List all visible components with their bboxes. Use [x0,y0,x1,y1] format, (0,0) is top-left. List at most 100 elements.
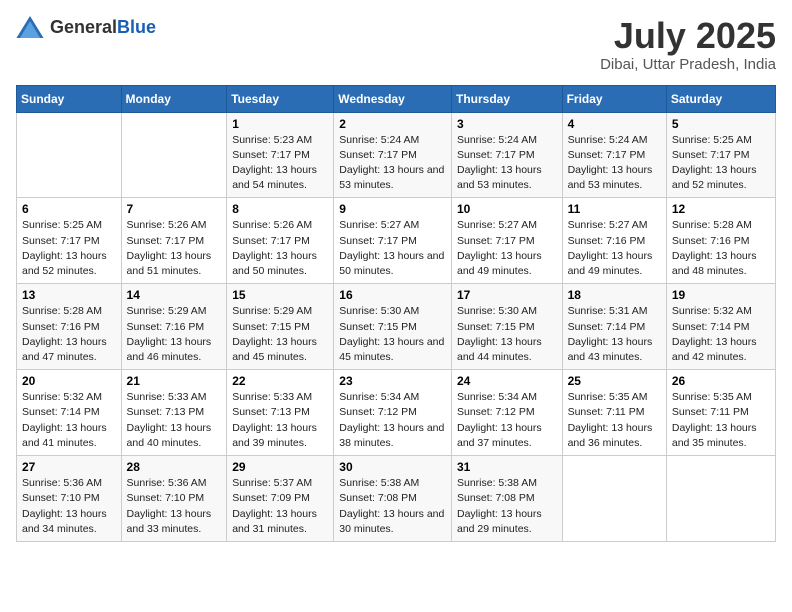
calendar-cell: 5Sunrise: 5:25 AMSunset: 7:17 PMDaylight… [666,112,775,198]
title-block: July 2025 Dibai, Uttar Pradesh, India [600,16,776,73]
day-info: Sunrise: 5:24 AMSunset: 7:17 PMDaylight:… [568,134,653,192]
day-info: Sunrise: 5:32 AMSunset: 7:14 PMDaylight:… [672,305,757,363]
calendar-cell: 29 Sunrise: 5:37 AMSunset: 7:09 PMDayligh… [227,456,334,542]
calendar-cell: 16 Sunrise: 5:30 AMSunset: 7:15 PMDayligh… [334,284,452,370]
calendar-cell: 12 Sunrise: 5:28 AMSunset: 7:16 PMDayligh… [666,198,775,284]
day-number: 11 [568,202,661,216]
calendar-cell: 7Sunrise: 5:26 AMSunset: 7:17 PMDaylight… [121,198,227,284]
day-number: 5 [672,117,770,131]
calendar-cell: 3 Sunrise: 5:24 AMSunset: 7:17 PMDaylight… [451,112,562,198]
calendar-cell: 6 Sunrise: 5:25 AMSunset: 7:17 PMDaylight… [17,198,122,284]
calendar-cell: 17 Sunrise: 5:30 AMSunset: 7:15 PMDayligh… [451,284,562,370]
day-number: 17 [457,288,557,302]
day-info: Sunrise: 5:37 AMSunset: 7:09 PMDaylight:… [232,477,317,535]
calendar-cell: 8Sunrise: 5:26 AMSunset: 7:17 PMDaylight… [227,198,334,284]
day-number: 1 [232,117,328,131]
day-info: Sunrise: 5:27 AMSunset: 7:17 PMDaylight:… [457,219,542,277]
day-info: Sunrise: 5:36 AMSunset: 7:10 PMDaylight:… [22,477,107,535]
day-info: Sunrise: 5:34 AMSunset: 7:12 PMDaylight:… [457,391,542,449]
logo: GeneralBlue [16,16,156,38]
logo-blue: Blue [117,17,156,37]
day-info: Sunrise: 5:38 AMSunset: 7:08 PMDaylight:… [339,477,444,535]
day-number: 28 [127,460,222,474]
calendar-cell: 30 Sunrise: 5:38 AMSunset: 7:08 PMDayligh… [334,456,452,542]
day-number: 18 [568,288,661,302]
day-number: 15 [232,288,328,302]
calendar-table: Sunday Monday Tuesday Wednesday Thursday… [16,85,776,542]
col-tuesday: Tuesday [227,85,334,112]
logo-icon [16,16,44,38]
day-info: Sunrise: 5:36 AMSunset: 7:10 PMDaylight:… [127,477,212,535]
page-header: GeneralBlue July 2025 Dibai, Uttar Prade… [16,16,776,73]
day-number: 23 [339,374,446,388]
day-info: Sunrise: 5:30 AMSunset: 7:15 PMDaylight:… [339,305,444,363]
day-info: Sunrise: 5:38 AMSunset: 7:08 PMDaylight:… [457,477,542,535]
calendar-cell [562,456,666,542]
day-info: Sunrise: 5:30 AMSunset: 7:15 PMDaylight:… [457,305,542,363]
calendar-cell: 11Sunrise: 5:27 AMSunset: 7:16 PMDayligh… [562,198,666,284]
day-number: 10 [457,202,557,216]
day-info: Sunrise: 5:32 AMSunset: 7:14 PMDaylight:… [22,391,107,449]
calendar-week-row: 1 Sunrise: 5:23 AMSunset: 7:17 PMDaylight… [17,112,776,198]
day-number: 31 [457,460,557,474]
day-number: 21 [127,374,222,388]
day-info: Sunrise: 5:29 AMSunset: 7:16 PMDaylight:… [127,305,212,363]
day-number: 25 [568,374,661,388]
calendar-cell: 26 Sunrise: 5:35 AMSunset: 7:11 PMDayligh… [666,370,775,456]
calendar-cell: 20 Sunrise: 5:32 AMSunset: 7:14 PMDayligh… [17,370,122,456]
day-number: 7 [127,202,222,216]
calendar-cell: 13Sunrise: 5:28 AMSunset: 7:16 PMDayligh… [17,284,122,370]
calendar-cell: 4Sunrise: 5:24 AMSunset: 7:17 PMDaylight… [562,112,666,198]
day-info: Sunrise: 5:35 AMSunset: 7:11 PMDaylight:… [568,391,653,449]
col-sunday: Sunday [17,85,122,112]
day-number: 3 [457,117,557,131]
calendar-cell: 31 Sunrise: 5:38 AMSunset: 7:08 PMDayligh… [451,456,562,542]
calendar-cell: 14Sunrise: 5:29 AMSunset: 7:16 PMDayligh… [121,284,227,370]
day-number: 9 [339,202,446,216]
day-info: Sunrise: 5:28 AMSunset: 7:16 PMDaylight:… [22,305,107,363]
calendar-cell: 19Sunrise: 5:32 AMSunset: 7:14 PMDayligh… [666,284,775,370]
day-info: Sunrise: 5:28 AMSunset: 7:16 PMDaylight:… [672,219,757,277]
day-number: 26 [672,374,770,388]
day-info: Sunrise: 5:24 AMSunset: 7:17 PMDaylight:… [339,134,444,192]
col-saturday: Saturday [666,85,775,112]
calendar-week-row: 20 Sunrise: 5:32 AMSunset: 7:14 PMDayligh… [17,370,776,456]
day-number: 30 [339,460,446,474]
month-year: July 2025 [600,16,776,56]
calendar-week-row: 27 Sunrise: 5:36 AMSunset: 7:10 PMDayligh… [17,456,776,542]
day-info: Sunrise: 5:24 AMSunset: 7:17 PMDaylight:… [457,134,542,192]
day-number: 12 [672,202,770,216]
calendar-cell: 28 Sunrise: 5:36 AMSunset: 7:10 PMDayligh… [121,456,227,542]
day-number: 27 [22,460,116,474]
day-info: Sunrise: 5:26 AMSunset: 7:17 PMDaylight:… [232,219,317,277]
calendar-header-row: Sunday Monday Tuesday Wednesday Thursday… [17,85,776,112]
calendar-cell: 9Sunrise: 5:27 AMSunset: 7:17 PMDaylight… [334,198,452,284]
calendar-cell: 24Sunrise: 5:34 AMSunset: 7:12 PMDayligh… [451,370,562,456]
day-number: 20 [22,374,116,388]
calendar-cell: 2 Sunrise: 5:24 AMSunset: 7:17 PMDaylight… [334,112,452,198]
day-number: 29 [232,460,328,474]
day-info: Sunrise: 5:25 AMSunset: 7:17 PMDaylight:… [22,219,107,277]
col-monday: Monday [121,85,227,112]
location: Dibai, Uttar Pradesh, India [600,56,776,73]
day-info: Sunrise: 5:34 AMSunset: 7:12 PMDaylight:… [339,391,444,449]
day-info: Sunrise: 5:23 AMSunset: 7:17 PMDaylight:… [232,134,317,192]
calendar-cell: 22Sunrise: 5:33 AMSunset: 7:13 PMDayligh… [227,370,334,456]
day-info: Sunrise: 5:33 AMSunset: 7:13 PMDaylight:… [127,391,212,449]
logo-text: GeneralBlue [50,17,156,38]
calendar-cell [666,456,775,542]
calendar-week-row: 13Sunrise: 5:28 AMSunset: 7:16 PMDayligh… [17,284,776,370]
calendar-cell: 10 Sunrise: 5:27 AMSunset: 7:17 PMDayligh… [451,198,562,284]
calendar-cell: 27 Sunrise: 5:36 AMSunset: 7:10 PMDayligh… [17,456,122,542]
calendar-cell: 21 Sunrise: 5:33 AMSunset: 7:13 PMDayligh… [121,370,227,456]
calendar-week-row: 6 Sunrise: 5:25 AMSunset: 7:17 PMDaylight… [17,198,776,284]
day-number: 16 [339,288,446,302]
day-number: 2 [339,117,446,131]
day-info: Sunrise: 5:35 AMSunset: 7:11 PMDaylight:… [672,391,757,449]
col-thursday: Thursday [451,85,562,112]
col-friday: Friday [562,85,666,112]
day-number: 6 [22,202,116,216]
logo-general: General [50,17,117,37]
calendar-cell: 23 Sunrise: 5:34 AMSunset: 7:12 PMDayligh… [334,370,452,456]
calendar-cell: 15Sunrise: 5:29 AMSunset: 7:15 PMDayligh… [227,284,334,370]
